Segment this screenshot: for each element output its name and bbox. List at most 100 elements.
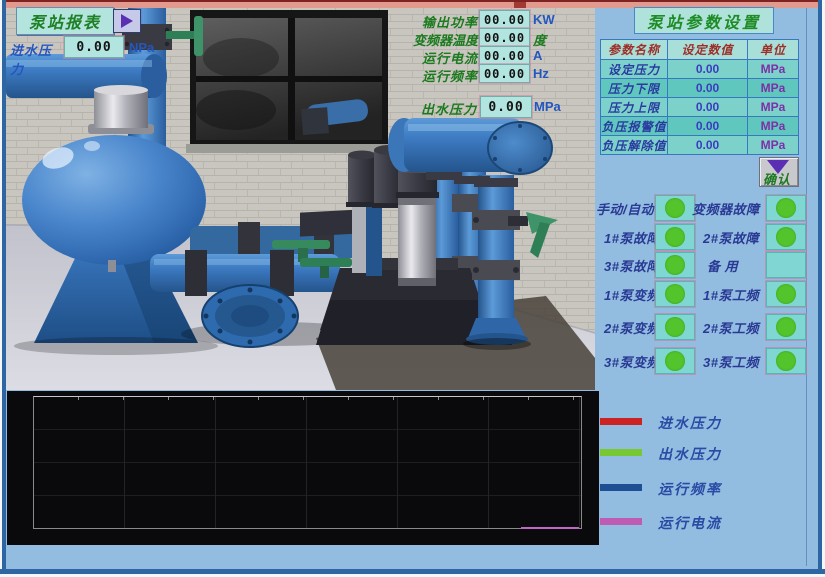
table-row: 压力下限 0.00 MPa — [601, 79, 799, 98]
settings-panel-title: 泵站参数设置 — [634, 7, 774, 34]
lamp-dot-icon — [665, 351, 685, 371]
status-label-pump3-mains: 3#泵工频 — [703, 352, 759, 371]
status-label-auto-manual: 手动/自动 — [596, 199, 654, 218]
confirm-label: 确认 — [763, 169, 791, 188]
legend-label-frequency: 运行频率 — [658, 479, 722, 499]
status-lamp-pump1-fault — [655, 224, 695, 250]
inlet-pressure-label: 进水压力 — [10, 40, 64, 78]
header-pipe — [388, 118, 552, 174]
legend-label-outlet: 出水压力 — [658, 444, 722, 464]
plot-top-ticks — [34, 397, 581, 400]
status-lamp-pump1-mains — [766, 281, 806, 307]
status-label-pump1-fault: 1#泵故障 — [604, 228, 660, 247]
param-unit: MPa — [748, 117, 799, 136]
status-label-pump2-mains: 2#泵工频 — [703, 318, 759, 337]
lamp-dot-icon — [665, 284, 685, 304]
legend-swatch-frequency — [600, 484, 642, 491]
run-current-trace — [521, 527, 579, 529]
param-value-field[interactable]: 0.00 — [668, 117, 748, 136]
col-header-unit: 单位 — [748, 40, 799, 60]
param-unit: MPa — [748, 136, 799, 155]
status-lamp-pump2-fault — [766, 224, 806, 250]
lamp-dot-icon — [665, 227, 685, 247]
report-button[interactable]: 泵站报表 — [16, 7, 114, 35]
param-name: 压力上限 — [601, 98, 668, 117]
legend-swatch-outlet — [600, 449, 642, 456]
inverter-temp-unit: 度 — [533, 30, 546, 49]
status-lamp-pump3-fault — [655, 252, 695, 278]
lamp-dot-icon — [776, 317, 796, 337]
frame-left-border — [2, 0, 6, 577]
status-label-pump2-fault: 2#泵故障 — [703, 228, 759, 247]
hmi-main-screen: 泵站报表 进水压力 0.00 NPa 输出功率 00.00 KW 变频器温度 0… — [0, 0, 825, 577]
output-power-label: 输出功率 — [408, 12, 478, 31]
param-name: 压力下限 — [601, 79, 668, 98]
parameter-table: 参数名称 设定数值 单位 设定压力 0.00 MPa 压力下限 0.00 MPa… — [600, 39, 799, 155]
report-play-button[interactable] — [113, 9, 141, 33]
col-header-name: 参数名称 — [601, 40, 668, 60]
status-label-pump1-mains: 1#泵工频 — [703, 285, 759, 304]
status-lamp-auto-manual — [655, 195, 695, 221]
status-lamp-pump3-mains — [766, 348, 806, 374]
frame-bottom-border — [0, 569, 825, 574]
status-lamp-pump3-vfd — [655, 348, 695, 374]
run-frequency-label: 运行频率 — [408, 66, 478, 85]
confirm-button[interactable]: 确认 — [759, 157, 799, 187]
param-name: 负压解除值 — [601, 136, 668, 155]
inlet-pressure-unit: NPa — [129, 40, 154, 55]
status-lamp-pump2-vfd — [655, 314, 695, 340]
param-name: 负压报警值 — [601, 117, 668, 136]
lamp-dot-icon — [665, 317, 685, 337]
lamp-dot-icon — [776, 227, 796, 247]
table-row: 负压解除值 0.00 MPa — [601, 136, 799, 155]
lamp-dot-icon — [665, 255, 685, 275]
lamp-dot-icon — [776, 284, 796, 304]
status-label-pump1-vfd: 1#泵变频 — [604, 285, 660, 304]
frame-right-border — [818, 0, 822, 577]
lamp-dot-icon — [776, 198, 796, 218]
run-current-label: 运行电流 — [408, 48, 478, 67]
lamp-dot-icon — [776, 351, 796, 371]
status-label-spare: 备 用 — [707, 256, 738, 275]
status-lamp-vfd-fault — [766, 195, 806, 221]
param-value-field[interactable]: 0.00 — [668, 98, 748, 117]
lamp-dot-icon — [665, 198, 685, 218]
param-unit: MPa — [748, 60, 799, 79]
run-current-unit: A — [533, 48, 542, 63]
table-row: 设定压力 0.00 MPa — [601, 60, 799, 79]
legend-swatch-inlet — [600, 418, 642, 425]
status-label-pump3-fault: 3#泵故障 — [604, 256, 660, 275]
param-name: 设定压力 — [601, 60, 668, 79]
outlet-pressure-unit: MPa — [534, 99, 561, 114]
run-frequency-value: 00.00 — [479, 64, 530, 83]
outlet-pressure-label: 出水压力 — [421, 99, 477, 118]
param-value-field[interactable]: 0.00 — [668, 79, 748, 98]
param-value-field[interactable]: 0.00 — [668, 136, 748, 155]
status-label-pump2-vfd: 2#泵变频 — [604, 318, 660, 337]
status-label-vfd-fault: 变频器故障 — [692, 199, 760, 218]
run-current-value: 00.00 — [479, 46, 530, 65]
status-lamp-spare — [766, 252, 806, 278]
output-power-value: 00.00 — [479, 10, 530, 29]
param-value-field[interactable]: 0.00 — [668, 60, 748, 79]
trend-plot-grid — [33, 396, 582, 529]
play-icon — [121, 14, 133, 28]
param-unit: MPa — [748, 79, 799, 98]
table-row: 压力上限 0.00 MPa — [601, 98, 799, 117]
table-row: 负压报警值 0.00 MPa — [601, 117, 799, 136]
legend-label-current: 运行电流 — [658, 513, 722, 533]
status-lamp-pump1-vfd — [655, 281, 695, 307]
trend-chart — [7, 391, 599, 545]
col-header-value: 设定数值 — [668, 40, 748, 60]
outlet-pressure-value: 0.00 — [480, 96, 532, 118]
output-power-unit: KW — [533, 12, 555, 27]
param-unit: MPa — [748, 98, 799, 117]
status-label-pump3-vfd: 3#泵变频 — [604, 352, 660, 371]
inlet-pressure-value: 0.00 — [64, 36, 124, 58]
inverter-temp-value: 00.00 — [479, 28, 530, 47]
run-frequency-unit: Hz — [533, 66, 549, 81]
inverter-temp-label: 变频器温度 — [408, 30, 478, 49]
frame-top-notch — [514, 2, 526, 8]
status-lamp-pump2-mains — [766, 314, 806, 340]
legend-label-inlet: 进水压力 — [658, 413, 722, 433]
